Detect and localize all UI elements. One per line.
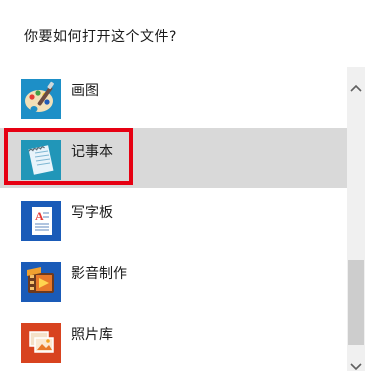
scrollbar-thumb[interactable] [348,260,364,345]
red-highlight-box [4,128,133,185]
movie-maker-icon [21,262,61,302]
app-label-wordpad: 写字板 [71,205,113,221]
dialog-question: 你要如何打开这个文件? [24,29,177,45]
scroll-up-arrow-icon[interactable] [347,80,365,96]
open-with-dialog: 你要如何打开这个文件? 画图 记事本 A 写字板 影音制作 照片库 [0,0,365,371]
app-label-photo-gallery: 照片库 [71,327,113,343]
svg-text:A: A [35,209,44,223]
app-label-paint: 画图 [71,83,99,99]
app-label-movie-maker: 影音制作 [71,266,127,282]
photo-gallery-icon [21,323,61,363]
vertical-scrollbar[interactable] [347,67,365,371]
app-item-movie-maker[interactable]: 影音制作 [0,250,347,310]
app-item-paint[interactable]: 画图 [0,67,347,127]
app-item-photo-gallery[interactable]: 照片库 [0,311,347,371]
scroll-down-arrow-icon[interactable] [347,357,365,371]
paint-icon [21,79,61,119]
wordpad-icon: A [21,201,61,241]
app-item-wordpad[interactable]: A 写字板 [0,189,347,249]
app-list: 画图 记事本 A 写字板 影音制作 照片库 [0,67,347,371]
